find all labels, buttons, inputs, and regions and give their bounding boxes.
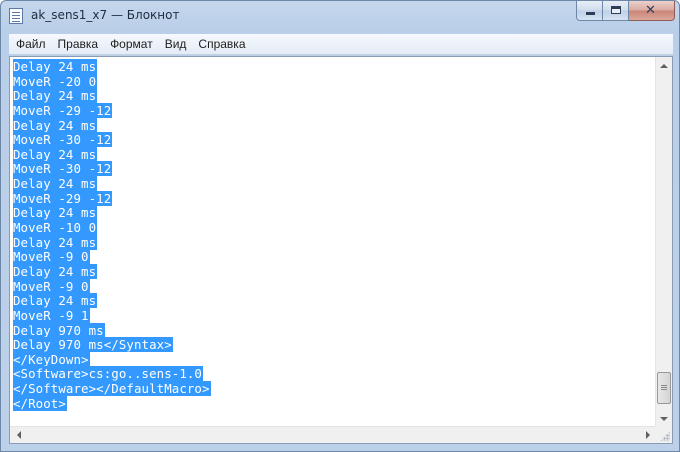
selected-text: Delay 24 ms — [13, 176, 98, 192]
menu-bar: Файл Правка Формат Вид Справка — [9, 34, 673, 55]
text-line: Delay 24 ms — [13, 263, 656, 279]
selected-text: Delay 24 ms — [13, 234, 98, 250]
menu-format[interactable]: Формат — [104, 34, 159, 55]
arrow-down-icon — [660, 416, 668, 421]
text-line: MoveR -9 1 — [13, 307, 656, 323]
maximize-icon — [611, 6, 621, 14]
close-icon: ✕ — [645, 3, 656, 18]
text-line: Delay 24 ms — [13, 205, 656, 221]
caption-buttons: ✕ — [576, 1, 675, 22]
text-line: MoveR -9 0 — [13, 278, 656, 294]
selected-text: </Software></DefaultMacro> — [13, 381, 211, 397]
scroll-down-button[interactable] — [656, 410, 672, 427]
menu-view[interactable]: Вид — [159, 34, 193, 55]
selected-text: MoveR -9 0 — [13, 249, 90, 265]
selected-text: Delay 970 ms — [13, 322, 105, 338]
text-line: Delay 24 ms — [13, 88, 656, 104]
selected-text: Delay 24 ms — [13, 205, 98, 221]
selected-text: </Root> — [13, 395, 67, 411]
arrow-left-icon — [16, 431, 21, 439]
text-line: Delay 970 ms</Syntax> — [13, 337, 656, 353]
arrow-up-icon — [660, 63, 668, 68]
selected-text: MoveR -30 -12 — [13, 132, 113, 148]
text-line: MoveR -30 -12 — [13, 161, 656, 177]
text-line: Delay 24 ms — [13, 146, 656, 162]
scroll-left-button[interactable] — [10, 427, 27, 443]
selected-text: MoveR -29 -12 — [13, 190, 113, 206]
selected-text: MoveR -9 0 — [13, 278, 90, 294]
minimize-icon — [586, 12, 595, 15]
menu-edit[interactable]: Правка — [52, 34, 105, 55]
vertical-scroll-thumb[interactable] — [657, 372, 671, 404]
text-line: </Root> — [13, 395, 656, 411]
vertical-scrollbar[interactable] — [655, 57, 672, 427]
minimize-button[interactable] — [576, 1, 603, 21]
selected-text: Delay 24 ms — [13, 59, 98, 74]
editor-pane: Delay 24 ms MoveR -20 0 Delay 24 ms Move… — [9, 56, 673, 444]
selected-text: <Software>cs:go..sens-1.0 — [13, 366, 203, 382]
selected-text: Delay 24 ms — [13, 146, 98, 162]
selected-text: MoveR -29 -12 — [13, 102, 113, 118]
notepad-icon[interactable] — [9, 8, 23, 24]
arrow-right-icon — [645, 431, 650, 439]
notepad-window: ak_sens1_x7 — Блокнот ✕ Файл Правка Форм… — [0, 0, 680, 452]
text-line: Delay 24 ms — [13, 234, 656, 250]
selected-text: Delay 24 ms — [13, 263, 98, 279]
maximize-button[interactable] — [603, 1, 629, 21]
scroll-up-button[interactable] — [656, 57, 672, 74]
resize-corner[interactable] — [655, 426, 672, 443]
horizontal-scrollbar[interactable] — [10, 426, 656, 443]
selected-text: Delay 970 ms</Syntax> — [13, 337, 173, 353]
text-line: MoveR -10 0 — [13, 220, 656, 236]
selected-text: Delay 24 ms — [13, 88, 98, 104]
selected-text: MoveR -9 1 — [13, 307, 90, 323]
selected-text: MoveR -10 0 — [13, 220, 98, 236]
text-line: Delay 24 ms — [13, 117, 656, 133]
close-button[interactable]: ✕ — [629, 1, 675, 21]
resize-grip-icon — [660, 431, 670, 441]
menu-help[interactable]: Справка — [192, 34, 251, 55]
text-line: MoveR -29 -12 — [13, 190, 656, 206]
selected-text: MoveR -30 -12 — [13, 161, 113, 177]
scroll-right-button[interactable] — [639, 427, 656, 443]
text-area[interactable]: Delay 24 ms MoveR -20 0 Delay 24 ms Move… — [10, 57, 656, 427]
text-line: MoveR -30 -12 — [13, 132, 656, 148]
selected-text: </KeyDown> — [13, 351, 90, 367]
selected-text: MoveR -20 0 — [13, 73, 98, 89]
title-bar[interactable]: ak_sens1_x7 — Блокнот ✕ — [1, 1, 679, 31]
selected-text: Delay 24 ms — [13, 117, 98, 133]
text-line: Delay 24 ms — [13, 59, 656, 74]
text-line: </KeyDown> — [13, 351, 656, 367]
text-line: Delay 24 ms — [13, 293, 656, 309]
text-line: Delay 970 ms — [13, 322, 656, 338]
text-line: Delay 24 ms — [13, 176, 656, 192]
menu-file[interactable]: Файл — [10, 34, 52, 55]
text-line: </Software></DefaultMacro> — [13, 381, 656, 397]
text-line: MoveR -29 -12 — [13, 102, 656, 118]
text-line: <Software>cs:go..sens-1.0 — [13, 366, 656, 382]
window-title: ak_sens1_x7 — Блокнот — [31, 8, 180, 22]
text-line: MoveR -20 0 — [13, 73, 656, 89]
selected-text: Delay 24 ms — [13, 293, 98, 309]
text-line: MoveR -9 0 — [13, 249, 656, 265]
